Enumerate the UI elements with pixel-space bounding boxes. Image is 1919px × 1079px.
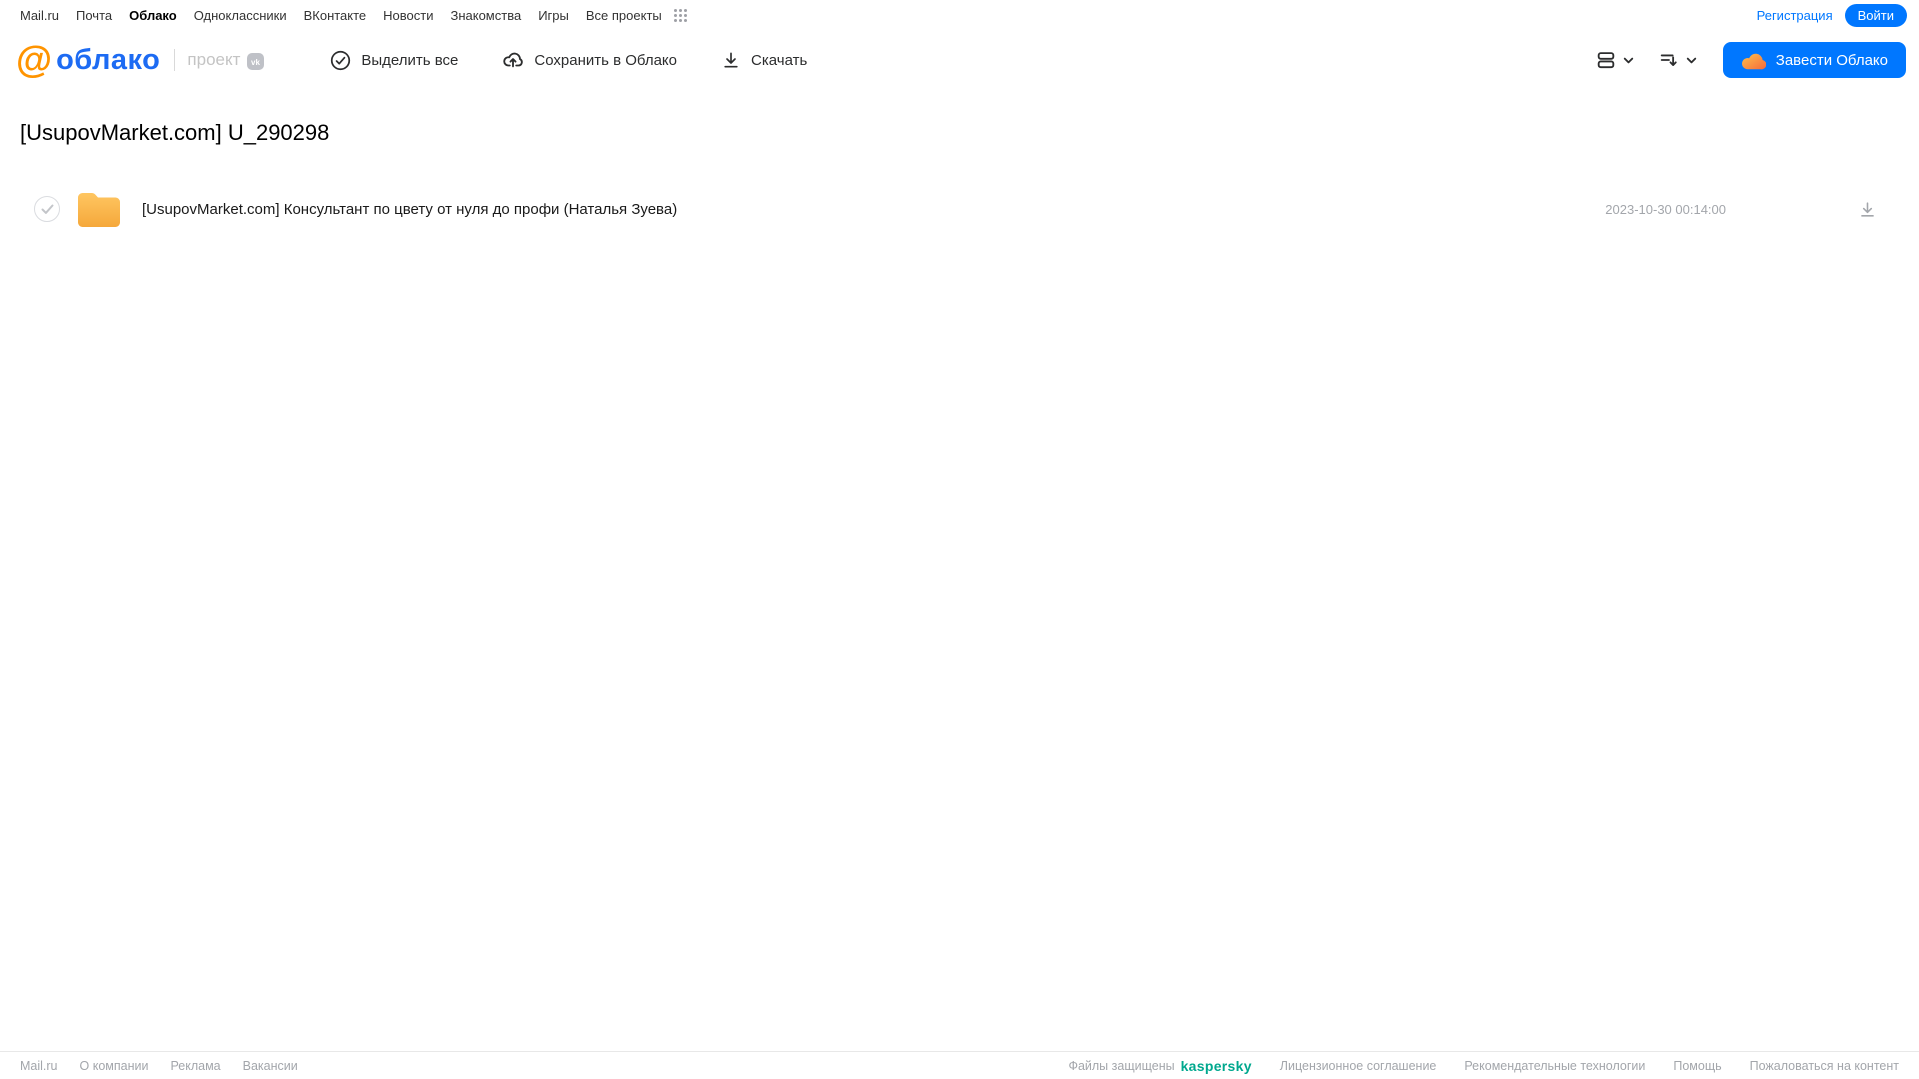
download-label: Скачать — [751, 51, 808, 69]
footer-right-links: Файлы защищены kaspersky Лицензионное со… — [1068, 1058, 1899, 1074]
nav-link-odnoklassniki[interactable]: Одноклассники — [194, 8, 287, 23]
nav-link-games[interactable]: Игры — [538, 8, 569, 23]
select-all-button[interactable]: Выделить все — [330, 50, 458, 71]
cloud-logo[interactable]: @ облако проект vk — [16, 38, 265, 80]
create-cloud-label: Завести Облако — [1775, 51, 1888, 69]
footer-left-links: Mail.ru О компании Реклама Вакансии — [20, 1059, 298, 1073]
check-circle-icon — [330, 50, 351, 71]
chevron-down-icon — [1684, 53, 1699, 68]
download-icon — [721, 50, 741, 70]
page-title: [UsupovMarket.com] U_290298 — [20, 120, 330, 145]
apps-grid-icon[interactable] — [673, 8, 688, 23]
portal-links: Mail.ru Почта Облако Одноклассники ВКонт… — [20, 8, 688, 23]
select-all-label: Выделить все — [361, 51, 459, 69]
download-icon — [1861, 201, 1874, 217]
file-actions-toolbar: Выделить все Сохранить в Облако Скачать — [330, 49, 807, 71]
footer-link-recommendation-tech[interactable]: Рекомендательные технологии — [1464, 1059, 1645, 1073]
footer-link-about[interactable]: О компании — [80, 1059, 149, 1073]
nav-link-cloud[interactable]: Облако — [129, 8, 177, 23]
check-icon — [41, 204, 53, 214]
vk-badge-icon: vk — [247, 52, 265, 70]
cloud-icon — [1741, 51, 1766, 70]
svg-text:vk: vk — [251, 58, 260, 67]
footer-link-mailru[interactable]: Mail.ru — [20, 1059, 58, 1073]
list-view-icon — [1595, 49, 1617, 71]
files-protected-label: Файлы защищены — [1068, 1058, 1175, 1073]
save-to-cloud-button[interactable]: Сохранить в Облако — [502, 49, 677, 71]
nav-link-vkontakte[interactable]: ВКонтакте — [304, 8, 367, 23]
view-mode-button[interactable] — [1591, 45, 1640, 75]
footer-link-help[interactable]: Помощь — [1673, 1059, 1721, 1073]
header-right-controls: Завести Облако — [1591, 42, 1906, 78]
nav-link-mail[interactable]: Почта — [76, 8, 112, 23]
page-footer: Mail.ru О компании Реклама Вакансии Файл… — [0, 1051, 1919, 1079]
row-checkbox[interactable] — [34, 196, 60, 222]
shared-folder-view: [UsupovMarket.com] U_290298 [UsupovMarke… — [0, 90, 1919, 230]
nav-link-all-projects[interactable]: Все проекты — [586, 8, 662, 23]
cloud-upload-icon — [502, 49, 524, 71]
logo-divider — [174, 49, 176, 71]
kaspersky-protection: Файлы защищены kaspersky — [1068, 1058, 1251, 1074]
file-date: 2023-10-30 00:14:00 — [1605, 201, 1726, 217]
footer-link-jobs[interactable]: Вакансии — [243, 1059, 298, 1073]
login-button[interactable]: Войти — [1844, 3, 1907, 27]
kaspersky-logo[interactable]: kaspersky — [1181, 1058, 1252, 1074]
project-label: проект — [187, 50, 241, 69]
nav-link-dating[interactable]: Знакомства — [450, 8, 521, 23]
sort-icon — [1658, 49, 1680, 71]
cloud-logo-text: облако — [56, 43, 161, 76]
chevron-down-icon — [1621, 53, 1636, 68]
file-name-link[interactable]: [UsupovMarket.com] Консультант по цвету … — [142, 201, 677, 218]
auth-area: Регистрация Войти — [1757, 3, 1907, 27]
nav-link-news[interactable]: Новости — [383, 8, 433, 23]
download-button[interactable]: Скачать — [721, 50, 807, 70]
cloud-header: @ облако проект vk Выделить все Сохранит… — [0, 30, 1919, 90]
nav-link-mailru[interactable]: Mail.ru — [20, 8, 59, 23]
footer-link-ads[interactable]: Реклама — [170, 1059, 220, 1073]
create-cloud-button[interactable]: Завести Облако — [1722, 42, 1906, 78]
file-row[interactable]: [UsupovMarket.com] Консультант по цвету … — [20, 188, 1899, 230]
folder-icon — [76, 191, 122, 227]
row-download-button[interactable] — [1854, 196, 1881, 223]
save-to-cloud-label: Сохранить в Облако — [534, 51, 678, 69]
registration-link[interactable]: Регистрация — [1757, 8, 1833, 23]
mailru-at-icon: @ — [16, 38, 53, 80]
footer-link-license[interactable]: Лицензионное соглашение — [1280, 1059, 1437, 1073]
portal-navbar: Mail.ru Почта Облако Одноклассники ВКонт… — [0, 0, 1919, 30]
sort-button[interactable] — [1654, 45, 1703, 75]
footer-link-report-content[interactable]: Пожаловаться на контент — [1750, 1059, 1899, 1073]
